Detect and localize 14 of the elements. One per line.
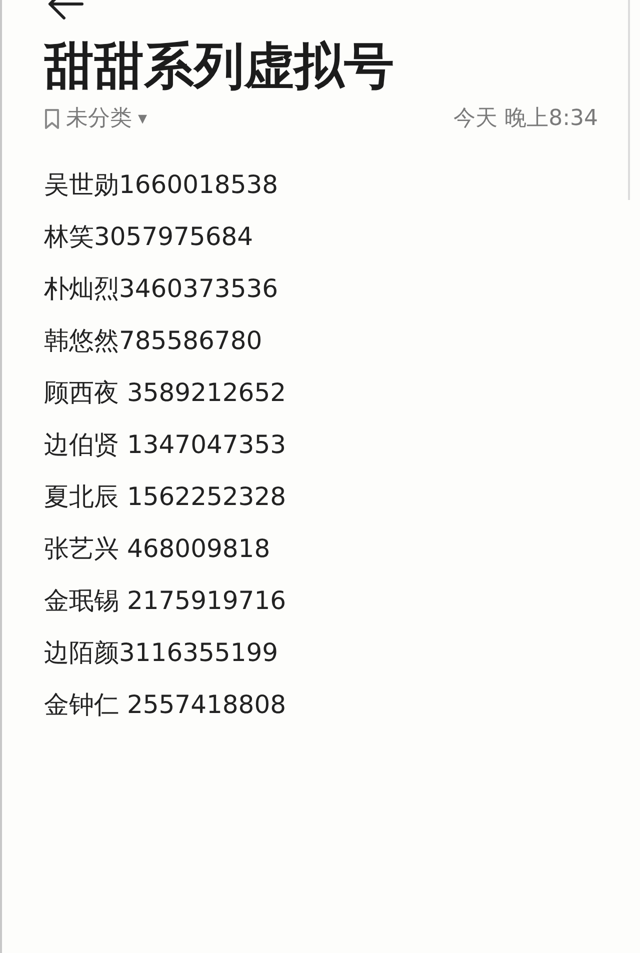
note-line: 金珉锡 2175919716 — [44, 585, 288, 617]
note-line: 边陌颜3116355199 — [44, 637, 280, 669]
note-line: 顾西夜 3589212652 — [44, 377, 288, 409]
timestamp: 今天 晚上8:34 — [454, 105, 598, 133]
note-line: 夏北辰 1562252328 — [44, 481, 288, 513]
note-line: 林笑3057975684 — [44, 221, 254, 253]
note-line: 韩悠然785586780 — [44, 325, 264, 357]
note-title: 甜甜系列虚拟号 — [44, 36, 395, 96]
note-line: 张艺兴 468009818 — [44, 533, 272, 565]
category-selector[interactable]: 未分类 ▾ — [44, 102, 148, 135]
note-line: 金钟仁 2557418808 — [44, 689, 288, 721]
note-line: 朴灿烈3460373536 — [44, 273, 280, 305]
note-line: 吴世勋1660018538 — [44, 169, 280, 201]
note-line: 边伯贤 1347047353 — [44, 429, 288, 461]
